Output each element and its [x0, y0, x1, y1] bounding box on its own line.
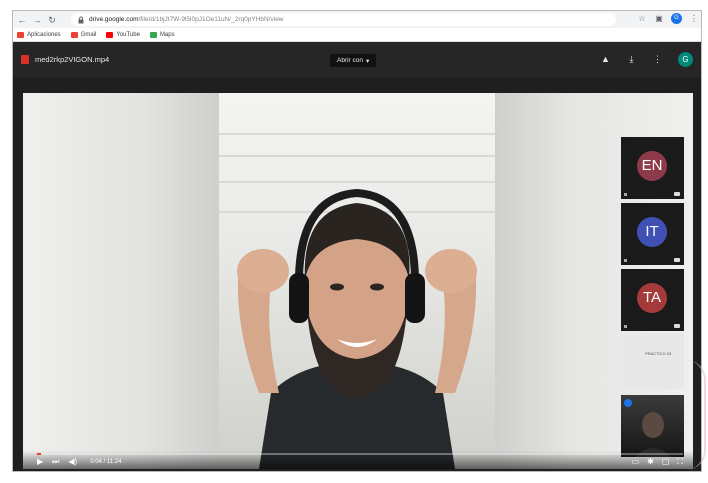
back-icon[interactable]: ← [16, 14, 28, 26]
download-icon[interactable]: ⤓ [626, 54, 637, 65]
self-view-tile[interactable] [621, 395, 684, 457]
star-icon[interactable]: ☆ [637, 14, 647, 24]
lock-icon [78, 16, 84, 23]
video-file-icon [21, 55, 29, 64]
status-dot [624, 193, 627, 196]
bookmark-youtube[interactable]: YouTube [106, 31, 140, 38]
participant-tile[interactable]: TA [621, 269, 684, 331]
chevron-down-icon: ▾ [366, 57, 370, 65]
extension-icon[interactable]: ▣ [654, 14, 664, 24]
shared-screen-tile[interactable]: PRACTICO 03 [621, 333, 684, 389]
participant-tile[interactable]: EN [621, 137, 684, 199]
fullscreen-icon[interactable]: ⛶ [677, 457, 683, 466]
browser-toolbar: ← → ↻ drive.google.com/file/d/1bjJt7W-9l… [13, 11, 701, 28]
progress-fill [37, 453, 41, 455]
participant-avatar: EN [637, 151, 667, 181]
participant-avatar: TA [637, 283, 667, 313]
url-text: drive.google.com/file/d/1bjJt7W-9l5l0pJ1… [89, 16, 284, 23]
captions-icon[interactable]: ▭ [632, 457, 640, 466]
participant-avatar: IT [637, 217, 667, 247]
volume-icon[interactable]: ◀) [68, 457, 77, 466]
open-with-button[interactable]: Abrir con ▾ [330, 54, 377, 67]
bookmark-gmail[interactable]: Gmail [70, 31, 96, 38]
video-background-left [23, 93, 219, 469]
self-view-video [635, 412, 671, 457]
file-name: med2rkp2VIGON.mp4 [35, 55, 110, 64]
status-dot [624, 325, 627, 328]
speaker-video-frame [237, 188, 477, 469]
whiteboard-text: PRACTICO 03 [645, 351, 672, 356]
forward-icon[interactable]: → [31, 14, 43, 26]
mic-icon [674, 192, 680, 196]
drive-preview-header: med2rkp2VIGON.mp4 Abrir con ▾ ▲ ⤓ ⋮ G [13, 42, 701, 78]
decorative-corner-stroke [686, 360, 706, 470]
maps-icon [149, 31, 157, 38]
gmail-icon [70, 31, 78, 38]
chrome-profile-avatar[interactable]: G [671, 13, 682, 24]
menu-icon[interactable]: ⋮ [689, 14, 699, 24]
reload-icon[interactable]: ↻ [46, 14, 58, 26]
time-display: 0:04 / 11:24 [90, 458, 122, 465]
player-controls: ▶ ⏭ ◀) 0:04 / 11:24 ▭ ✱ ▢ ⛶ [23, 451, 693, 469]
main-speaker-tile [219, 93, 495, 469]
apps-icon [17, 31, 24, 38]
browser-window: ← → ↻ drive.google.com/file/d/1bjJt7W-9l… [12, 10, 702, 472]
bookmark-maps[interactable]: Maps [149, 31, 175, 38]
next-icon[interactable]: ⏭ [52, 457, 59, 466]
progress-bar[interactable] [37, 453, 683, 455]
video-player[interactable]: EN IT TA PRACTICO 03 [23, 93, 693, 469]
address-bar[interactable]: drive.google.com/file/d/1bjJt7W-9l5l0pJ1… [71, 13, 616, 26]
status-dot [624, 259, 627, 262]
more-options-icon[interactable]: ⋮ [652, 54, 663, 65]
participant-tile[interactable]: IT [621, 203, 684, 265]
bookmarks-bar: Aplicaciones Gmail YouTube Maps [13, 28, 701, 42]
bookmark-apps[interactable]: Aplicaciones [17, 31, 61, 38]
play-icon[interactable]: ▶ [37, 457, 43, 466]
theater-mode-icon[interactable]: ▢ [662, 457, 670, 466]
add-to-drive-icon[interactable]: ▲ [600, 54, 611, 65]
settings-icon[interactable]: ✱ [647, 457, 654, 466]
mic-icon [674, 324, 680, 328]
account-avatar[interactable]: G [678, 52, 693, 67]
mic-icon [674, 258, 680, 262]
youtube-icon [106, 31, 114, 38]
